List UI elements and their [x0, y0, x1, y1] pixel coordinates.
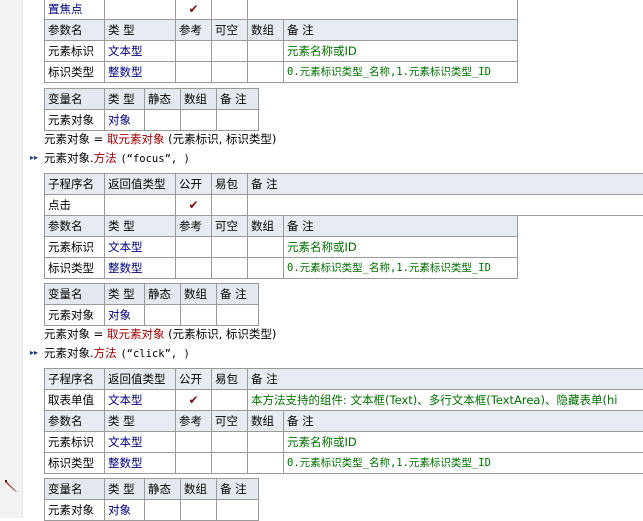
variable-table-3: 变量名 类 型 静态 数组 备 注 元素对象 对象 [44, 478, 259, 521]
variable-row[interactable]: 元素对象 对象 [45, 305, 259, 326]
subroutine-name[interactable]: 置焦点 [45, 0, 105, 20]
line-arrow-icon: ▸▸ [30, 344, 40, 362]
code-line-assign[interactable]: 元素对象 = 取元素对象 (元素标识, 标识类型) [44, 130, 276, 148]
variable-table-1: 变量名 类 型 静态 数组 备 注 元素对象 对象 [44, 88, 259, 131]
param-row[interactable]: 标识类型 整数型 0.元素标识类型_名称,1.元素标识类型_ID [45, 62, 518, 83]
variable-row[interactable]: 元素对象 对象 [45, 500, 259, 521]
variable-table-2: 变量名 类 型 静态 数组 备 注 元素对象 对象 [44, 283, 259, 326]
subroutine-name[interactable]: 取表单值 [45, 390, 105, 411]
param-row[interactable]: 元素标识 文本型 元素名称或ID [45, 432, 643, 453]
public-check-icon[interactable]: ✔ [176, 195, 212, 216]
line-arrow-icon: ▸▸ [30, 149, 40, 167]
subroutine-table-2: 子程序名 返回值类型 公开 易包 备 注 点击 ✔ [44, 173, 643, 216]
param-row[interactable]: 标识类型 整数型 0.元素标识类型_名称,1.元素标识类型_ID [45, 258, 518, 279]
code-line-assign[interactable]: 元素对象 = 取元素对象 (元素标识, 标识类型) [44, 325, 276, 343]
public-check-icon[interactable]: ✔ [176, 390, 212, 411]
subroutine-table-1: 置焦点 ✔ 参数名 类 型 参考 可空 数组 备 注 元素标识 文本型 元素名称… [44, 0, 518, 83]
public-check-icon[interactable]: ✔ [176, 0, 212, 20]
param-table-3: 参数名 类 型 参考 可空 数组 备 注 元素标识 文本型 元素名称或ID 标识… [44, 410, 643, 474]
code-line-method[interactable]: 元素对象.方法 (“click”, ) [44, 344, 190, 362]
code-line-method[interactable]: 元素对象.方法 (“focus”, ) [44, 149, 190, 167]
subroutine-name[interactable]: 点击 [45, 195, 105, 216]
param-row[interactable]: 元素标识 文本型 元素名称或ID [45, 41, 518, 62]
param-table-2: 参数名 类 型 参考 可空 数组 备 注 元素标识 文本型 元素名称或ID 标识… [44, 215, 518, 279]
variable-row[interactable]: 元素对象 对象 [45, 110, 259, 131]
editor-gutter [0, 0, 23, 518]
subroutine-table-3: 子程序名 返回值类型 公开 易包 备 注 取表单值 文本型 ✔ 本方法支持的组件… [44, 368, 643, 411]
param-row[interactable]: 元素标识 文本型 元素名称或ID [45, 237, 518, 258]
param-row[interactable]: 标识类型 整数型 0.元素标识类型_名称,1.元素标识类型_ID [45, 453, 643, 474]
pencil-icon [4, 479, 18, 493]
